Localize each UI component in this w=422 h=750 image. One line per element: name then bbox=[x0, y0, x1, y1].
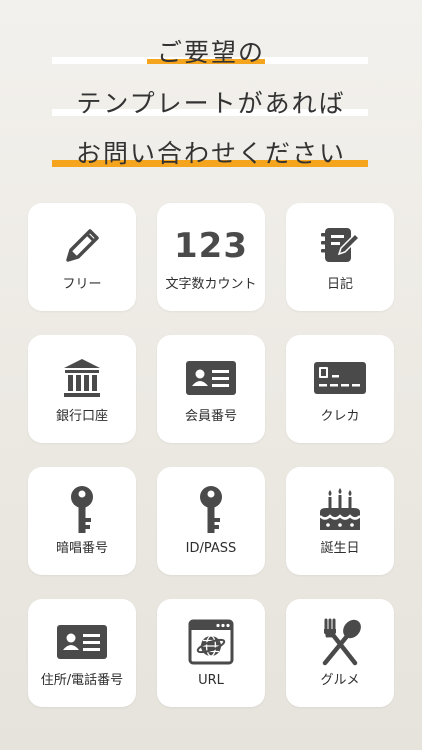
number-123-icon: 123 bbox=[157, 221, 265, 271]
browser-globe-icon bbox=[157, 617, 265, 667]
template-tile-gourmet[interactable]: グルメ bbox=[286, 599, 394, 707]
template-label: グルメ bbox=[320, 673, 360, 688]
fork-spoon-icon bbox=[286, 617, 394, 667]
template-tile-member-number[interactable]: 会員番号 bbox=[157, 335, 265, 443]
id-card-icon bbox=[28, 617, 136, 667]
template-tile-free[interactable]: フリー bbox=[28, 203, 136, 311]
template-tile-id-pass[interactable]: ID/PASS bbox=[157, 467, 265, 575]
template-label: 住所/電話番号 bbox=[40, 673, 124, 688]
template-label: 銀行口座 bbox=[55, 409, 108, 424]
template-label: 文字数カウント bbox=[165, 277, 257, 292]
header-line-3: お問い合わせください bbox=[75, 139, 346, 168]
template-label: 誕生日 bbox=[320, 541, 360, 556]
template-label: クレカ bbox=[320, 409, 360, 424]
bank-icon bbox=[28, 353, 136, 403]
number-123-text: 123 bbox=[174, 226, 248, 266]
template-tile-address-phone[interactable]: 住所/電話番号 bbox=[28, 599, 136, 707]
credit-card-icon bbox=[286, 353, 394, 403]
key-icon bbox=[157, 485, 265, 535]
template-label: フリー bbox=[62, 277, 102, 292]
template-label: 暗唱番号 bbox=[55, 541, 108, 556]
template-tile-diary[interactable]: 日記 bbox=[286, 203, 394, 311]
template-tile-birthday[interactable]: 誕生日 bbox=[286, 467, 394, 575]
template-label: ID/PASS bbox=[185, 541, 237, 556]
key-icon bbox=[28, 485, 136, 535]
header-line-1: ご要望の bbox=[156, 38, 265, 67]
template-label: URL bbox=[198, 673, 224, 688]
id-card-icon bbox=[157, 353, 265, 403]
notebook-pen-icon bbox=[286, 221, 394, 271]
birthday-cake-icon bbox=[286, 485, 394, 535]
pencil-icon bbox=[28, 221, 136, 271]
template-tile-url[interactable]: URL bbox=[157, 599, 265, 707]
template-tile-bank-account[interactable]: 銀行口座 bbox=[28, 335, 136, 443]
template-tile-pin-number[interactable]: 暗唱番号 bbox=[28, 467, 136, 575]
template-label: 日記 bbox=[326, 277, 353, 292]
header-line-2: テンプレートがあれば bbox=[76, 89, 346, 118]
template-label: 会員番号 bbox=[184, 409, 237, 424]
template-tile-credit-card[interactable]: クレカ bbox=[286, 335, 394, 443]
template-tile-char-count[interactable]: 123 文字数カウント bbox=[157, 203, 265, 311]
